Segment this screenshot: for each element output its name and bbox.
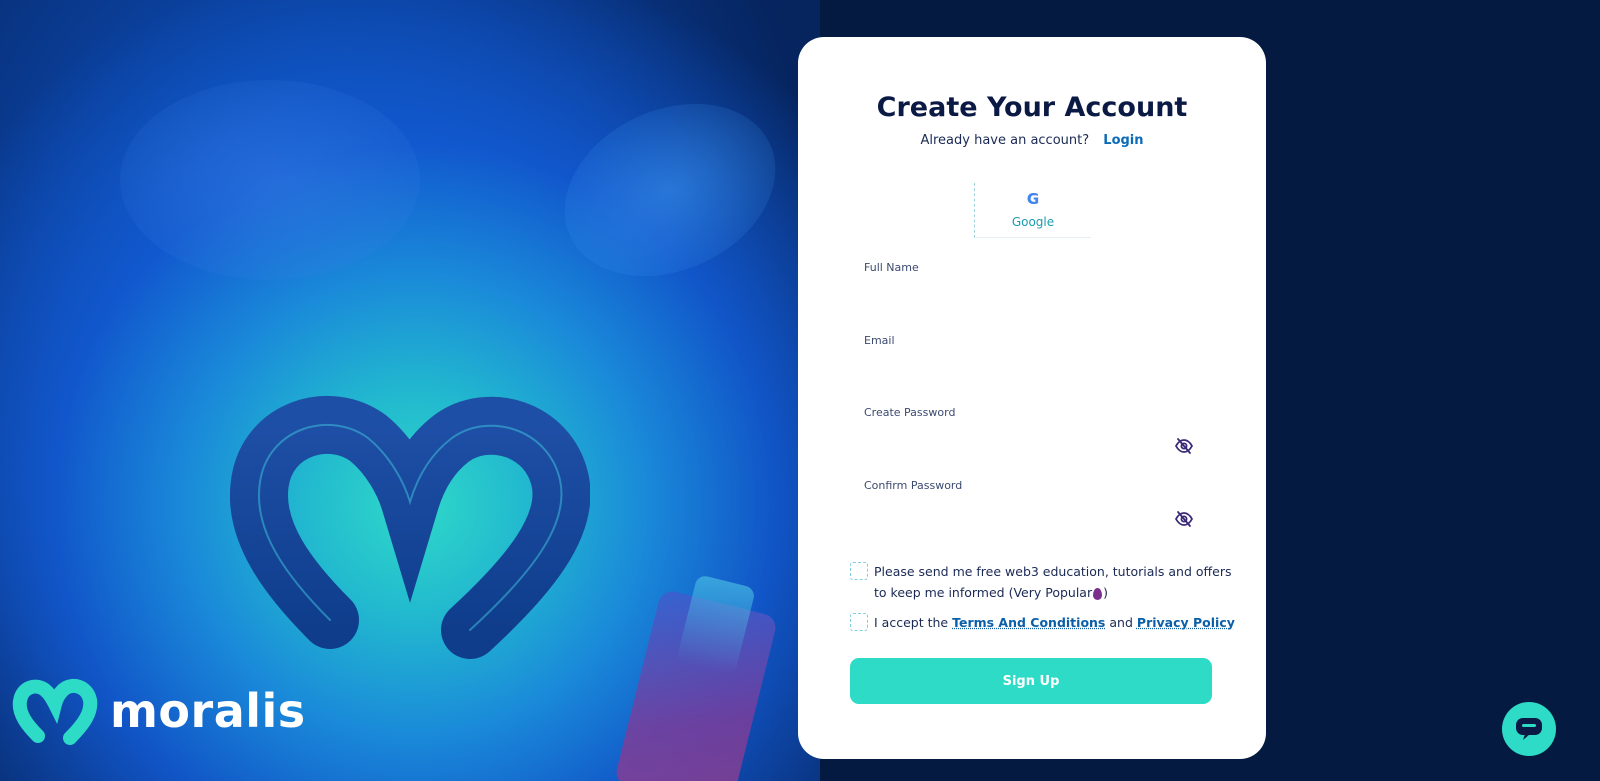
eye-off-icon[interactable] [1174,436,1194,456]
newsletter-text-line2-start: to keep me informed (Very Popular [874,585,1093,600]
confirm-password-field: Confirm Password [850,479,1216,539]
login-prompt: Already have an account? Login [798,133,1266,148]
newsletter-text: Please send me free web3 education, tuto… [874,561,1231,603]
login-link[interactable]: Login [1103,133,1143,148]
google-signup-button[interactable]: G Google [974,183,1091,238]
signup-header: Create Your Account Already have an acco… [798,92,1266,148]
terms-checkbox[interactable] [850,613,868,631]
flame-emoji-icon [1093,587,1103,600]
confirm-password-label: Confirm Password [864,479,963,492]
sign-up-button[interactable]: Sign Up [850,658,1212,704]
brand-logo[interactable]: moralis [12,676,306,746]
background-glow [536,71,804,309]
google-label: Google [1011,215,1055,229]
email-label: Email [864,334,895,347]
create-password-field: Create Password [850,406,1216,466]
terms-text: I accept the Terms And Conditions and Priva… [874,612,1239,633]
have-account-text: Already have an account? [920,133,1090,148]
create-password-label: Create Password [864,406,956,419]
email-field: Email [850,334,1216,394]
signup-card: Create Your Account Already have an acco… [798,37,1266,759]
page-title: Create Your Account [876,92,1188,123]
full-name-input[interactable] [850,275,1216,317]
hero-illustration: moralis [0,0,820,781]
eye-off-icon[interactable] [1174,509,1194,529]
terms-and-conditions-link[interactable]: Terms And Conditions [952,615,1105,630]
terms-and: and [1109,615,1133,630]
background-glow [120,80,420,280]
confirm-password-input[interactable] [850,493,1216,535]
newsletter-text-line1: Please send me free web3 education, tuto… [874,564,1232,579]
newsletter-option: Please send me free web3 education, tuto… [850,561,1231,603]
privacy-policy-link[interactable]: Privacy Policy [1137,615,1235,630]
newsletter-text-line2-end: ) [1103,585,1108,600]
moralis-heart-logo [12,678,98,745]
newsletter-text-line2: to keep me informed (Very Popular) [874,582,1231,603]
newsletter-checkbox[interactable] [850,562,868,580]
create-password-input[interactable] [850,420,1216,462]
brand-name: moralis [110,684,306,738]
chat-bubble-icon [1516,718,1542,740]
full-name-field: Full Name [850,261,1216,321]
full-name-label: Full Name [864,261,919,274]
google-g-icon: G [1026,190,1040,208]
email-input[interactable] [850,348,1216,390]
support-chat-button[interactable] [1502,702,1556,756]
terms-prefix: I accept the [874,615,949,630]
moralis-heart-illustration [230,395,590,659]
terms-option: I accept the Terms And Conditions and Priva… [850,612,1239,633]
